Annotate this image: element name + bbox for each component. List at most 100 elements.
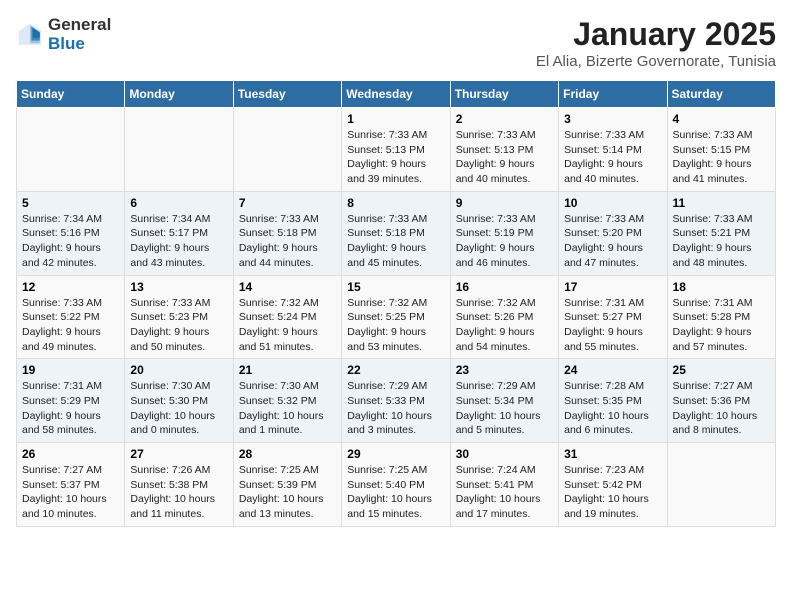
calendar-cell: 31Sunrise: 7:23 AM Sunset: 5:42 PM Dayli…	[559, 443, 667, 527]
day-info: Sunrise: 7:32 AM Sunset: 5:24 PM Dayligh…	[239, 296, 336, 355]
calendar-cell: 22 Sunrise: 7:29 AM Sunset: 5:33 PM Dayli…	[342, 359, 450, 443]
day-number: 30	[456, 447, 553, 461]
calendar-cell: 14 Sunrise: 7:32 AM Sunset: 5:24 PM Dayli…	[233, 275, 341, 359]
calendar-cell: 17 Sunrise: 7:31 AM Sunset: 5:27 PM Dayli…	[559, 275, 667, 359]
logo-blue: Blue	[48, 35, 111, 54]
day-number: 7	[239, 196, 336, 210]
day-info: Sunrise: 7:33 AM Sunset: 5:15 PM Dayligh…	[673, 128, 770, 187]
day-info: Sunrise: 7:33 AM Sunset: 5:21 PM Dayligh…	[673, 212, 770, 271]
day-info: Sunrise: 7:28 AM Sunset: 5:35 PM Dayligh…	[564, 379, 661, 438]
day-info: Sunrise: 7:34 AM Sunset: 5:16 PM Dayligh…	[22, 212, 119, 271]
calendar-cell	[17, 108, 125, 192]
day-number: 5	[22, 196, 119, 210]
day-info: Sunrise: 7:33 AM Sunset: 5:18 PM Dayligh…	[347, 212, 444, 271]
day-info: Sunrise: 7:31 AM Sunset: 5:28 PM Dayligh…	[673, 296, 770, 355]
calendar-cell: 1 Sunrise: 7:33 AM Sunset: 5:13 PM Daylig…	[342, 108, 450, 192]
day-info: Sunrise: 7:33 AM Sunset: 5:23 PM Dayligh…	[130, 296, 227, 355]
weekday-header: Monday	[125, 81, 233, 108]
weekday-header: Saturday	[667, 81, 775, 108]
day-info: Sunrise: 7:33 AM Sunset: 5:22 PM Dayligh…	[22, 296, 119, 355]
calendar-cell: 11 Sunrise: 7:33 AM Sunset: 5:21 PM Dayli…	[667, 191, 775, 275]
calendar-cell: 26 Sunrise: 7:27 AM Sunset: 5:37 PM Dayli…	[17, 443, 125, 527]
weekday-header: Friday	[559, 81, 667, 108]
day-info: Sunrise: 7:30 AM Sunset: 5:30 PM Dayligh…	[130, 379, 227, 438]
calendar-cell: 25 Sunrise: 7:27 AM Sunset: 5:36 PM Dayli…	[667, 359, 775, 443]
calendar-cell: 3Sunrise: 7:33 AM Sunset: 5:14 PM Daylig…	[559, 108, 667, 192]
day-number: 9	[456, 196, 553, 210]
day-number: 18	[673, 280, 770, 294]
calendar-week-row: 5 Sunrise: 7:34 AM Sunset: 5:16 PM Daylig…	[17, 191, 776, 275]
calendar-cell: 27 Sunrise: 7:26 AM Sunset: 5:38 PM Dayli…	[125, 443, 233, 527]
day-info: Sunrise: 7:31 AM Sunset: 5:27 PM Dayligh…	[564, 296, 661, 355]
day-info: Sunrise: 7:24 AM Sunset: 5:41 PM Dayligh…	[456, 463, 553, 522]
day-number: 13	[130, 280, 227, 294]
calendar-cell: 29 Sunrise: 7:25 AM Sunset: 5:40 PM Dayli…	[342, 443, 450, 527]
day-number: 23	[456, 363, 553, 377]
calendar-cell: 2 Sunrise: 7:33 AM Sunset: 5:13 PM Daylig…	[450, 108, 558, 192]
calendar-cell: 6Sunrise: 7:34 AM Sunset: 5:17 PM Daylig…	[125, 191, 233, 275]
calendar-subtitle: El Alia, Bizerte Governorate, Tunisia	[536, 53, 776, 70]
day-number: 4	[673, 112, 770, 126]
calendar-cell: 24 Sunrise: 7:28 AM Sunset: 5:35 PM Dayli…	[559, 359, 667, 443]
day-number: 14	[239, 280, 336, 294]
day-info: Sunrise: 7:33 AM Sunset: 5:13 PM Dayligh…	[347, 128, 444, 187]
calendar-cell	[233, 108, 341, 192]
day-number: 8	[347, 196, 444, 210]
title-block: January 2025 El Alia, Bizerte Governorat…	[536, 16, 776, 70]
day-number: 24	[564, 363, 661, 377]
day-info: Sunrise: 7:25 AM Sunset: 5:40 PM Dayligh…	[347, 463, 444, 522]
day-number: 19	[22, 363, 119, 377]
day-info: Sunrise: 7:29 AM Sunset: 5:33 PM Dayligh…	[347, 379, 444, 438]
calendar-cell: 28Sunrise: 7:25 AM Sunset: 5:39 PM Dayli…	[233, 443, 341, 527]
day-number: 25	[673, 363, 770, 377]
calendar-cell: 18 Sunrise: 7:31 AM Sunset: 5:28 PM Dayli…	[667, 275, 775, 359]
day-info: Sunrise: 7:27 AM Sunset: 5:36 PM Dayligh…	[673, 379, 770, 438]
weekday-header: Sunday	[17, 81, 125, 108]
logo-general: General	[48, 16, 111, 35]
day-number: 22	[347, 363, 444, 377]
calendar-week-row: 26 Sunrise: 7:27 AM Sunset: 5:37 PM Dayli…	[17, 443, 776, 527]
day-number: 28	[239, 447, 336, 461]
calendar-cell	[667, 443, 775, 527]
day-info: Sunrise: 7:33 AM Sunset: 5:14 PM Dayligh…	[564, 128, 661, 187]
calendar-cell: 5 Sunrise: 7:34 AM Sunset: 5:16 PM Daylig…	[17, 191, 125, 275]
day-info: Sunrise: 7:33 AM Sunset: 5:19 PM Dayligh…	[456, 212, 553, 271]
day-number: 20	[130, 363, 227, 377]
calendar-week-row: 1 Sunrise: 7:33 AM Sunset: 5:13 PM Daylig…	[17, 108, 776, 192]
day-info: Sunrise: 7:34 AM Sunset: 5:17 PM Dayligh…	[130, 212, 227, 271]
page-header: General Blue January 2025 El Alia, Bizer…	[16, 16, 776, 70]
calendar-cell	[125, 108, 233, 192]
calendar-week-row: 12 Sunrise: 7:33 AM Sunset: 5:22 PM Dayli…	[17, 275, 776, 359]
day-info: Sunrise: 7:29 AM Sunset: 5:34 PM Dayligh…	[456, 379, 553, 438]
logo-icon	[16, 21, 44, 49]
calendar-cell: 10Sunrise: 7:33 AM Sunset: 5:20 PM Dayli…	[559, 191, 667, 275]
day-info: Sunrise: 7:33 AM Sunset: 5:13 PM Dayligh…	[456, 128, 553, 187]
day-number: 29	[347, 447, 444, 461]
calendar-cell: 15Sunrise: 7:32 AM Sunset: 5:25 PM Dayli…	[342, 275, 450, 359]
day-info: Sunrise: 7:27 AM Sunset: 5:37 PM Dayligh…	[22, 463, 119, 522]
day-number: 12	[22, 280, 119, 294]
calendar-cell: 30 Sunrise: 7:24 AM Sunset: 5:41 PM Dayli…	[450, 443, 558, 527]
weekday-header-row: SundayMondayTuesdayWednesdayThursdayFrid…	[17, 81, 776, 108]
day-number: 17	[564, 280, 661, 294]
day-number: 1	[347, 112, 444, 126]
day-number: 15	[347, 280, 444, 294]
calendar-cell: 13 Sunrise: 7:33 AM Sunset: 5:23 PM Dayli…	[125, 275, 233, 359]
day-info: Sunrise: 7:26 AM Sunset: 5:38 PM Dayligh…	[130, 463, 227, 522]
logo: General Blue	[16, 16, 111, 53]
day-number: 21	[239, 363, 336, 377]
day-number: 26	[22, 447, 119, 461]
day-info: Sunrise: 7:33 AM Sunset: 5:18 PM Dayligh…	[239, 212, 336, 271]
calendar-cell: 21Sunrise: 7:30 AM Sunset: 5:32 PM Dayli…	[233, 359, 341, 443]
day-number: 2	[456, 112, 553, 126]
weekday-header: Tuesday	[233, 81, 341, 108]
weekday-header: Thursday	[450, 81, 558, 108]
day-number: 11	[673, 196, 770, 210]
calendar-cell: 19Sunrise: 7:31 AM Sunset: 5:29 PM Dayli…	[17, 359, 125, 443]
day-number: 31	[564, 447, 661, 461]
weekday-header: Wednesday	[342, 81, 450, 108]
day-number: 27	[130, 447, 227, 461]
calendar-cell: 4 Sunrise: 7:33 AM Sunset: 5:15 PM Daylig…	[667, 108, 775, 192]
calendar-cell: 23 Sunrise: 7:29 AM Sunset: 5:34 PM Dayli…	[450, 359, 558, 443]
calendar-cell: 9 Sunrise: 7:33 AM Sunset: 5:19 PM Daylig…	[450, 191, 558, 275]
